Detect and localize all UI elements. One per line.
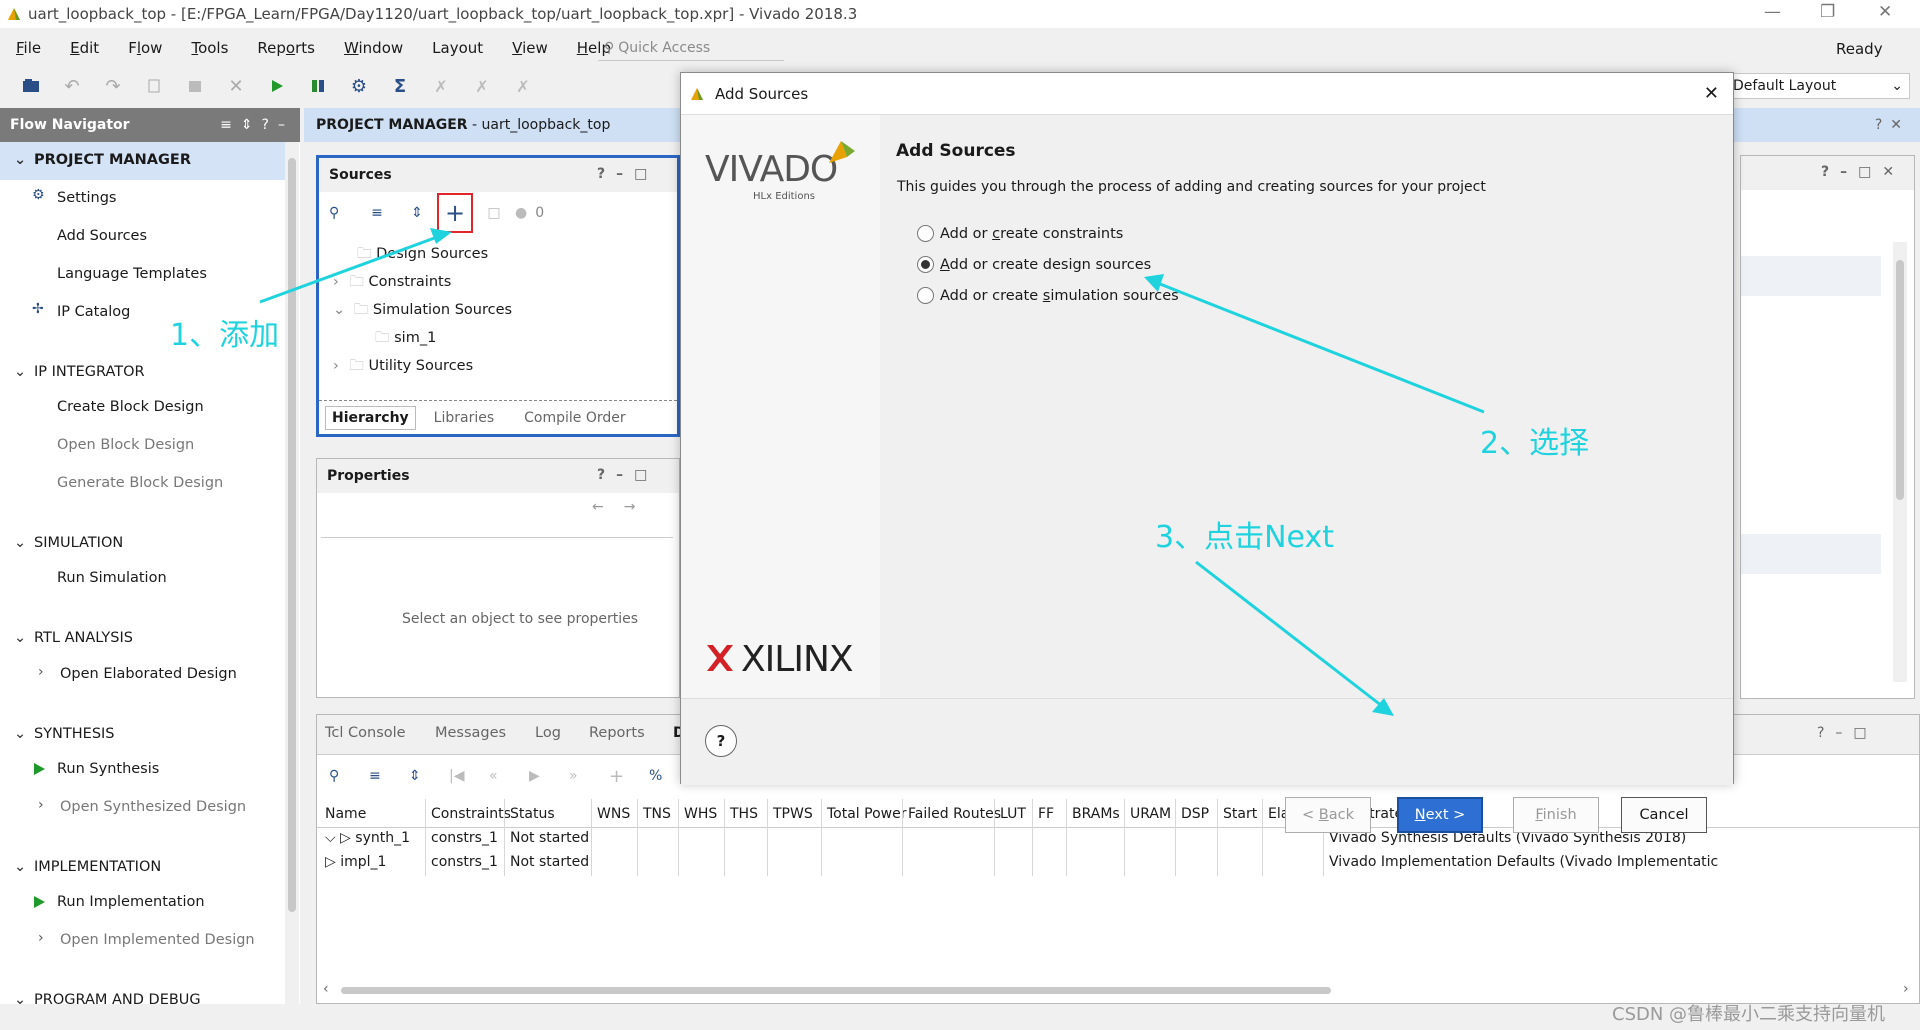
annotation-step3: 3、点击Next — [1155, 520, 1334, 555]
annotation-step1: 1、添加 — [170, 318, 280, 353]
arrow-step2 — [1159, 282, 1485, 414]
arrow-step3 — [1195, 560, 1383, 708]
annotation-arrows — [259, 228, 1485, 716]
arrow-step1 — [259, 234, 441, 304]
annotation-step2: 2、选择 — [1480, 426, 1590, 461]
watermark: CSDN @鲁棒最小二乘支持向量机 — [1612, 1004, 1886, 1025]
arrowhead-step1 — [430, 228, 452, 244]
arrowhead-step2 — [1144, 274, 1164, 292]
